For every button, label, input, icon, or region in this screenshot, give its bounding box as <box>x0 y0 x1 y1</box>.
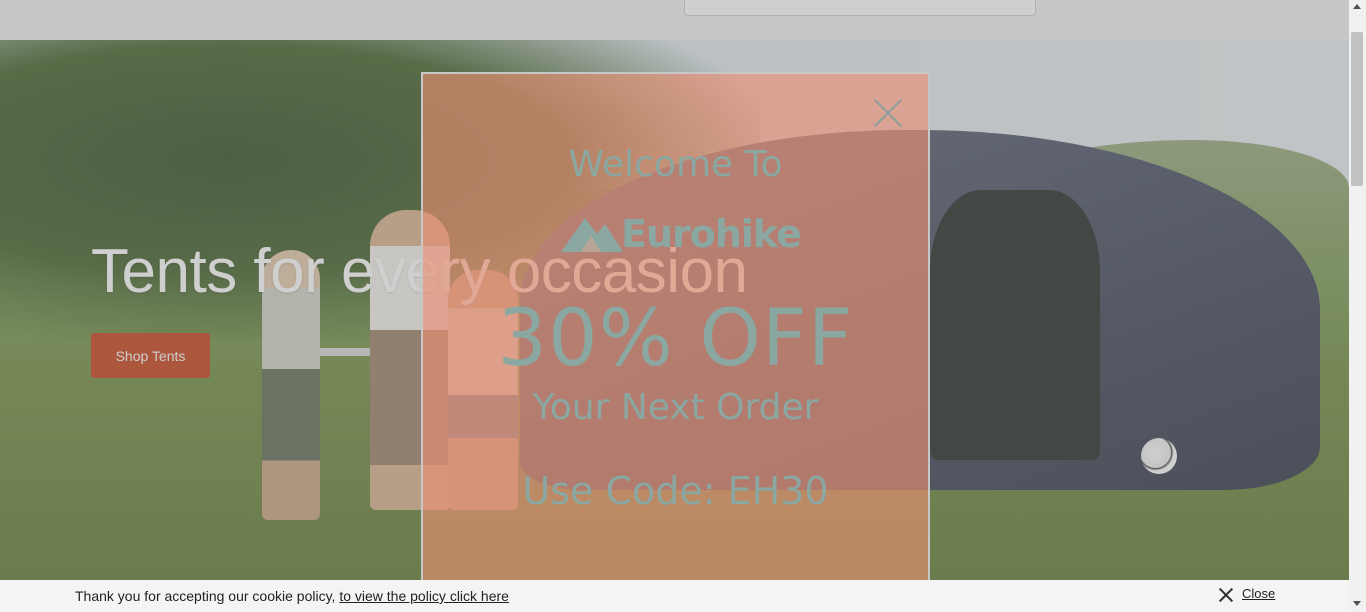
popup-code: Use Code: EH30 <box>522 469 829 513</box>
cookie-policy-link[interactable]: to view the policy click here <box>339 588 509 604</box>
scroll-down-arrow-icon[interactable] <box>1353 601 1361 606</box>
popup-subline: Your Next Order <box>532 387 819 428</box>
brand-name: Eurohike <box>621 212 802 256</box>
mountain-icon <box>561 218 623 252</box>
close-icon[interactable] <box>871 96 905 130</box>
page-scrollbar[interactable] <box>1349 0 1366 612</box>
cookie-bar: Thank you for accepting our cookie polic… <box>0 580 1349 612</box>
cookie-close-link[interactable]: Close <box>1242 586 1275 601</box>
cookie-message: Thank you for accepting our cookie polic… <box>75 588 509 604</box>
close-icon[interactable] <box>1218 587 1234 603</box>
scrollbar-thumb[interactable] <box>1351 32 1363 186</box>
scroll-up-arrow-icon[interactable] <box>1353 4 1361 9</box>
popup-welcome-text: Welcome To <box>568 144 783 185</box>
discount-popup: Welcome To Eurohike 30% OFF Your Next Or… <box>421 72 930 585</box>
eurohike-logo: Eurohike <box>561 212 802 256</box>
cookie-message-text: Thank you for accepting our cookie polic… <box>75 588 340 604</box>
popup-discount: 30% OFF <box>497 294 854 384</box>
